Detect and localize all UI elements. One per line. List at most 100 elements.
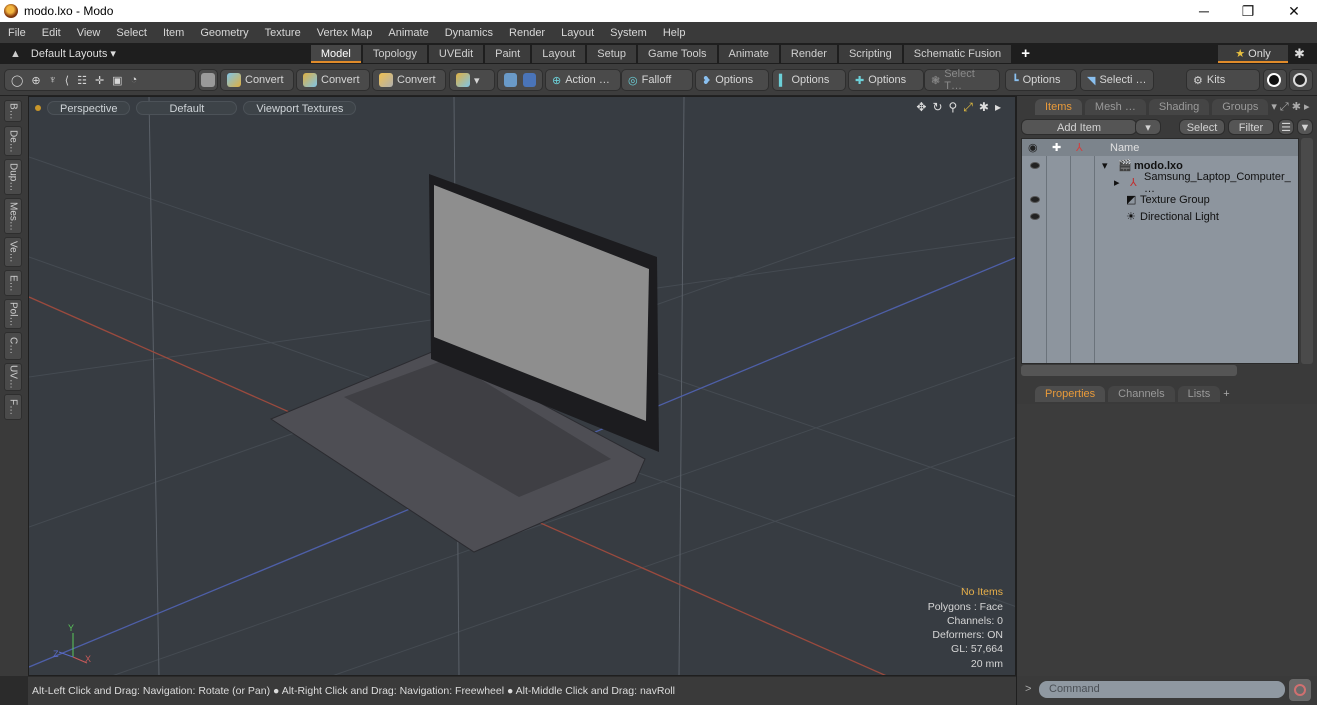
tab-setup[interactable]: Setup xyxy=(587,44,637,63)
command-input[interactable]: Command xyxy=(1039,681,1285,698)
shading-dropdown[interactable]: Default xyxy=(136,101,238,115)
material-icon[interactable]: ▣ xyxy=(112,74,122,87)
options-button-3[interactable]: ✚ Options xyxy=(848,69,924,91)
unreal-button[interactable] xyxy=(1289,69,1313,91)
tree-row[interactable]: ▸ ⅄ Samsung_Laptop_Computer_ … xyxy=(1022,171,1298,195)
type-column-icon[interactable]: ⅄ xyxy=(1076,141,1083,154)
edge-icon[interactable]: ⟨ xyxy=(65,74,69,87)
pen-icon[interactable]: ♆ xyxy=(49,74,57,86)
left-tab-curve[interactable]: C… xyxy=(4,332,22,360)
tab-paint[interactable]: Paint xyxy=(485,44,531,63)
tree-row[interactable]: ☀ Directional Light xyxy=(1022,208,1298,225)
expand-arrow-icon[interactable]: ▸ xyxy=(995,100,1001,115)
viewport-textures-dropdown[interactable]: Viewport Textures xyxy=(243,101,357,115)
minimize-button[interactable]: ─ xyxy=(1181,0,1227,22)
name-column-header[interactable]: Name xyxy=(1110,142,1139,154)
globe-icon[interactable]: ⊕ xyxy=(31,74,40,87)
menu-texture[interactable]: Texture xyxy=(257,27,309,39)
tree-row[interactable]: ◩ Texture Group xyxy=(1022,191,1298,208)
pivot-icon[interactable]: ◔ xyxy=(131,74,138,86)
tab-topology[interactable]: Topology xyxy=(362,44,427,63)
add-tab-button[interactable]: + xyxy=(1223,388,1229,400)
tab-lists[interactable]: Lists xyxy=(1177,386,1221,402)
menu-file[interactable]: File xyxy=(0,27,34,39)
command-record-button[interactable] xyxy=(1289,679,1311,701)
close-button[interactable]: ✕ xyxy=(1271,0,1317,22)
pan-icon[interactable]: ✥ xyxy=(916,100,926,115)
layout-up-icon[interactable]: ▲ xyxy=(0,48,31,60)
tab-shading[interactable]: Shading xyxy=(1148,99,1210,115)
menu-item[interactable]: Item xyxy=(155,27,192,39)
falloff-button[interactable]: ◎ Falloff xyxy=(621,69,693,91)
viewport-settings-icon[interactable]: ✱ xyxy=(979,100,989,115)
tab-game-tools[interactable]: Game Tools xyxy=(638,44,717,63)
menu-edit[interactable]: Edit xyxy=(34,27,69,39)
menu-view[interactable]: View xyxy=(69,27,109,39)
tab-scripting[interactable]: Scripting xyxy=(838,44,902,63)
unity-button[interactable] xyxy=(1263,69,1287,91)
restore-button[interactable]: ❐ xyxy=(1225,0,1271,22)
maximize-icon[interactable]: ⤢ xyxy=(963,100,973,115)
add-item-dropdown[interactable]: ▾ xyxy=(1135,119,1161,135)
menu-select[interactable]: Select xyxy=(108,27,155,39)
viewport-dot-icon[interactable] xyxy=(35,105,41,111)
options-button-1[interactable]: ❥ Options xyxy=(695,69,769,91)
tab-mesh[interactable]: Mesh … xyxy=(1084,99,1146,115)
menu-system[interactable]: System xyxy=(602,27,655,39)
left-tab-mesh-edit[interactable]: Mes… xyxy=(4,198,22,234)
filter-button[interactable]: Filter xyxy=(1228,119,1274,135)
tab-properties[interactable]: Properties xyxy=(1035,386,1106,402)
left-tab-deform[interactable]: De… xyxy=(4,126,22,156)
workplane-icon[interactable] xyxy=(523,73,536,87)
settings-gear-icon[interactable]: ✱ xyxy=(1294,46,1305,62)
default-layouts-dropdown[interactable]: Default Layouts ▾ xyxy=(31,47,311,60)
view-type-dropdown[interactable]: Perspective xyxy=(47,101,131,115)
list-options-icon[interactable]: ☰ xyxy=(1278,119,1294,135)
options-button-2[interactable]: ▍ Options xyxy=(772,69,846,91)
mesh-cube-button[interactable] xyxy=(198,69,218,91)
convert-button-1[interactable]: Convert xyxy=(220,69,294,91)
left-tab-uv[interactable]: UV… xyxy=(4,363,22,391)
vertex-mode-icon[interactable]: ◯ xyxy=(11,74,23,87)
selection-sets-button[interactable]: ◥ Selecti … xyxy=(1080,69,1154,91)
polygon-icon[interactable]: ☷ xyxy=(77,74,87,87)
menu-layout[interactable]: Layout xyxy=(553,27,602,39)
convert-button-2[interactable]: Convert xyxy=(296,69,370,91)
left-tab-duplicate[interactable]: Dup… xyxy=(4,159,22,195)
tab-channels[interactable]: Channels xyxy=(1108,386,1175,402)
add-item-button[interactable]: Add Item xyxy=(1021,119,1137,135)
convert-button-3[interactable]: Convert xyxy=(372,69,446,91)
visibility-column-icon[interactable]: ◉ xyxy=(1028,141,1038,154)
tabs-dropdown-icon[interactable]: ▾ ⤢ ✱ ▸ xyxy=(1271,100,1309,114)
tab-uvedit[interactable]: UVEdit xyxy=(428,44,484,63)
select-through-button[interactable]: ❃ Select T… xyxy=(924,68,1000,92)
tab-groups[interactable]: Groups xyxy=(1212,99,1269,115)
tab-items[interactable]: Items xyxy=(1035,99,1082,115)
visibility-eye-icon[interactable] xyxy=(1030,162,1040,169)
cube-dropdown[interactable]: ▾ xyxy=(449,69,495,91)
menu-vertex-map[interactable]: Vertex Map xyxy=(309,27,381,39)
snap-icon[interactable] xyxy=(504,73,517,87)
left-tab-fusion[interactable]: F… xyxy=(4,394,22,420)
collapse-arrow-icon[interactable]: ▸ xyxy=(1114,176,1120,189)
left-tab-basic[interactable]: B… xyxy=(4,100,22,122)
expand-arrow-icon[interactable]: ▾ xyxy=(1102,159,1108,172)
options-button-4[interactable]: ┗ Options xyxy=(1005,69,1077,91)
menu-geometry[interactable]: Geometry xyxy=(192,27,256,39)
menu-render[interactable]: Render xyxy=(501,27,553,39)
tab-render[interactable]: Render xyxy=(780,44,837,63)
3d-viewport[interactable]: Y X Z Perspective Default Viewport Textu… xyxy=(28,96,1016,676)
menu-help[interactable]: Help xyxy=(655,27,694,39)
visibility-eye-icon[interactable] xyxy=(1030,196,1040,203)
visibility-eye-icon[interactable] xyxy=(1030,213,1040,220)
add-layout-button[interactable]: + xyxy=(1013,45,1038,62)
menu-dynamics[interactable]: Dynamics xyxy=(437,27,501,39)
action-center-button[interactable]: ⊕ Action … xyxy=(545,69,621,91)
horizontal-scrollbar[interactable] xyxy=(1021,365,1237,376)
funnel-filter-icon[interactable]: ▼ xyxy=(1297,119,1313,135)
lock-column-icon[interactable]: ✚ xyxy=(1052,141,1061,154)
menu-animate[interactable]: Animate xyxy=(380,27,436,39)
tab-layout[interactable]: Layout xyxy=(532,44,586,63)
tab-model[interactable]: Model xyxy=(310,44,361,63)
left-tab-vertex[interactable]: Ve… xyxy=(4,237,22,267)
